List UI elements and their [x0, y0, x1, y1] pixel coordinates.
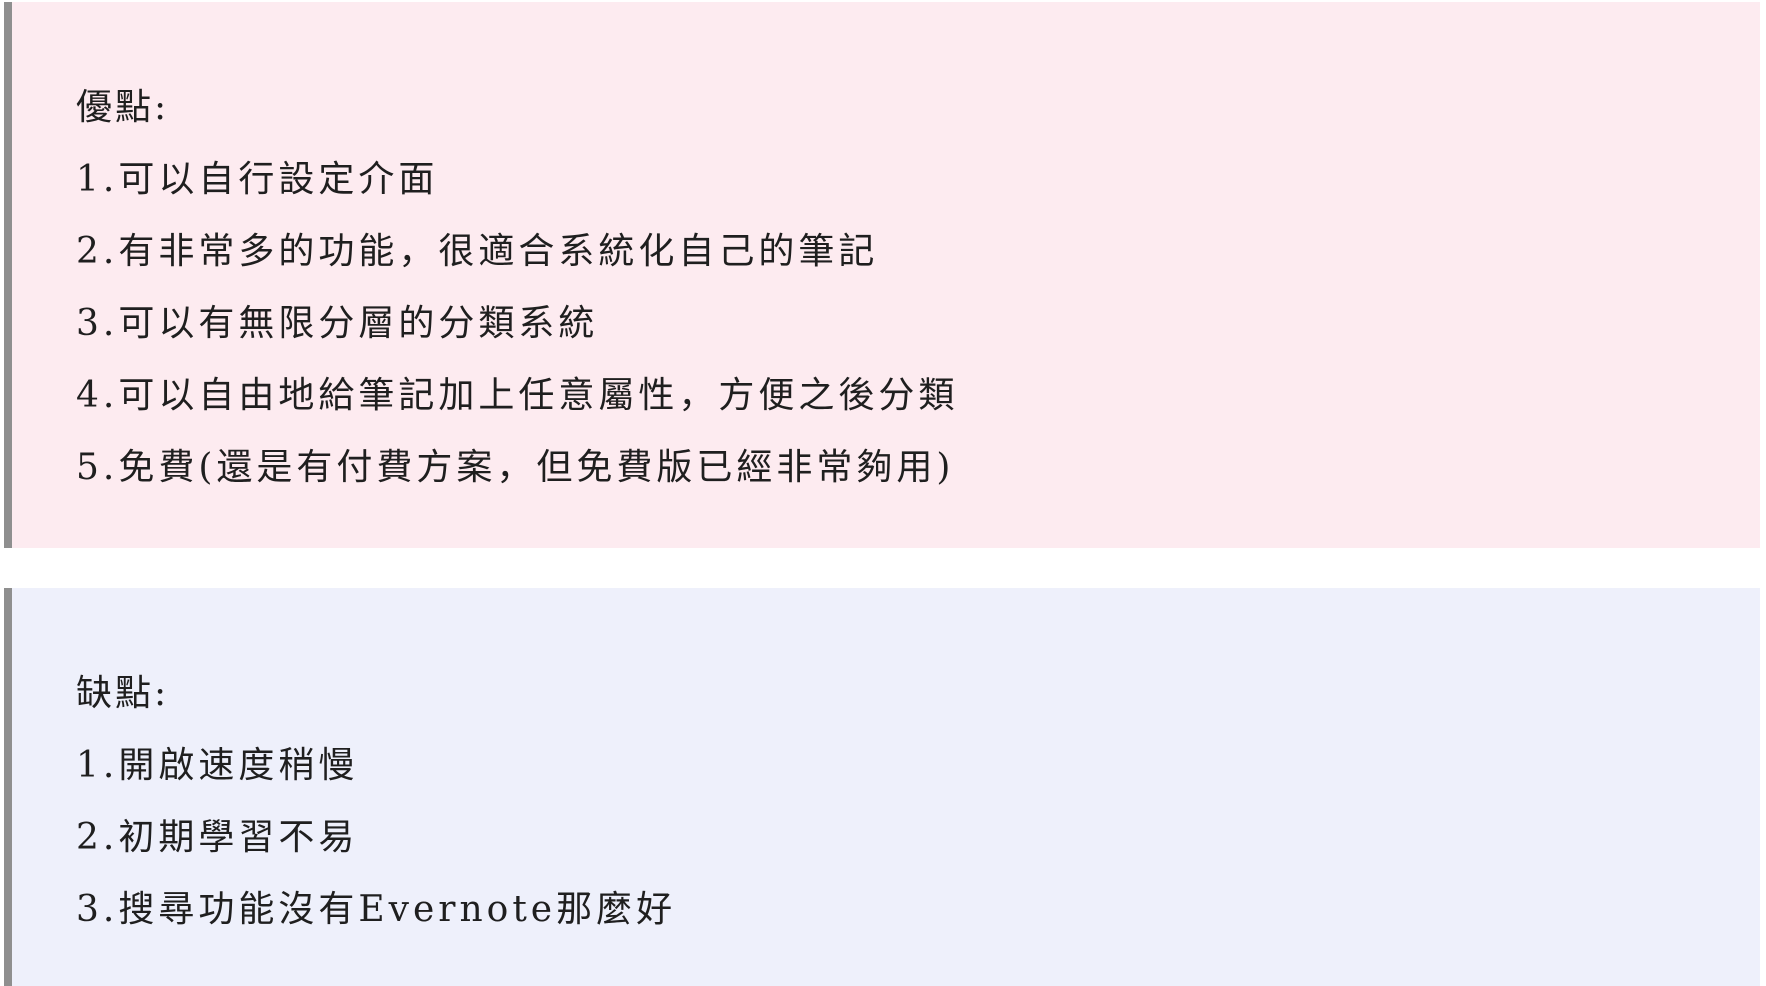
document-page: 優點: 1.可以自行設定介面 2.有非常多的功能，很適合系統化自己的筆記 3.可…	[0, 0, 1766, 986]
pros-list: 1.可以自行設定介面 2.有非常多的功能，很適合系統化自己的筆記 3.可以有無限…	[76, 144, 1760, 504]
pros-item-2: 2.有非常多的功能，很適合系統化自己的筆記	[76, 231, 879, 272]
pros-item-5: 5.免費(還是有付費方案，但免費版已經非常夠用)	[76, 447, 955, 488]
pros-item-3: 3.可以有無限分層的分類系統	[76, 303, 599, 344]
cons-heading: 缺點:	[76, 673, 170, 714]
pros-callout: 優點: 1.可以自行設定介面 2.有非常多的功能，很適合系統化自己的筆記 3.可…	[4, 2, 1760, 548]
cons-item-2: 2.初期學習不易	[76, 817, 359, 858]
cons-callout: 缺點: 1.開啟速度稍慢 2.初期學習不易 3.搜尋功能沒有Evernote那麼…	[4, 588, 1760, 986]
cons-item-3: 3.搜尋功能沒有Evernote那麼好	[76, 889, 677, 930]
pros-item-1: 1.可以自行設定介面	[76, 159, 439, 200]
cons-list: 1.開啟速度稍慢 2.初期學習不易 3.搜尋功能沒有Evernote那麼好	[76, 730, 1760, 946]
pros-heading: 優點:	[76, 87, 170, 128]
cons-item-1: 1.開啟速度稍慢	[76, 745, 359, 786]
pros-item-4: 4.可以自由地給筆記加上任意屬性，方便之後分類	[76, 375, 959, 416]
